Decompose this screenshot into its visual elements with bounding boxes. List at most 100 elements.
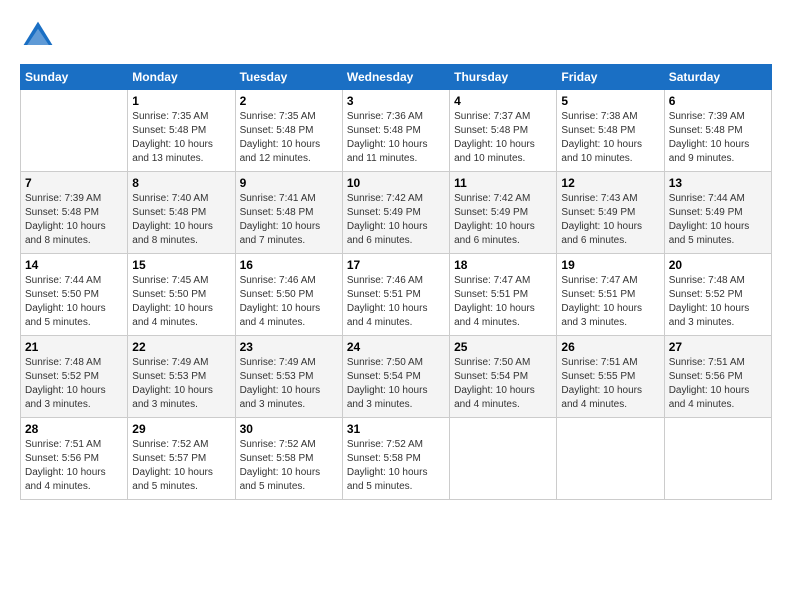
calendar-cell: 2 Sunrise: 7:35 AM Sunset: 5:48 PM Daylig… bbox=[235, 90, 342, 172]
week-row-2: 14Sunrise: 7:44 AM Sunset: 5:50 PM Dayli… bbox=[21, 254, 772, 336]
col-header-monday: Monday bbox=[128, 65, 235, 90]
day-number: 30 bbox=[240, 422, 338, 436]
day-number: 28 bbox=[25, 422, 123, 436]
calendar-cell: 20 Sunrise: 7:48 AM Sunset: 5:52 PM Dayli… bbox=[664, 254, 771, 336]
col-header-friday: Friday bbox=[557, 65, 664, 90]
calendar-cell: 14Sunrise: 7:44 AM Sunset: 5:50 PM Dayli… bbox=[21, 254, 128, 336]
day-number: 6 bbox=[669, 94, 767, 108]
day-number: 12 bbox=[561, 176, 659, 190]
cell-info: Sunrise: 7:46 AM Sunset: 5:50 PM Dayligh… bbox=[240, 274, 338, 330]
cell-info: Sunrise: 7:42 AM Sunset: 5:49 PM Dayligh… bbox=[347, 192, 445, 248]
cell-info: Sunrise: 7:50 AM Sunset: 5:54 PM Dayligh… bbox=[454, 356, 552, 412]
day-number: 3 bbox=[347, 94, 445, 108]
cell-info: Sunrise: 7:35 AM Sunset: 5:48 PM Dayligh… bbox=[240, 110, 338, 166]
week-row-1: 7 Sunrise: 7:39 AM Sunset: 5:48 PM Daylig… bbox=[21, 172, 772, 254]
day-number: 26 bbox=[561, 340, 659, 354]
cell-info: Sunrise: 7:48 AM Sunset: 5:52 PM Dayligh… bbox=[25, 356, 123, 412]
calendar-cell: 24 Sunrise: 7:50 AM Sunset: 5:54 PM Dayli… bbox=[342, 336, 449, 418]
cell-info: Sunrise: 7:37 AM Sunset: 5:48 PM Dayligh… bbox=[454, 110, 552, 166]
day-number: 11 bbox=[454, 176, 552, 190]
col-header-thursday: Thursday bbox=[450, 65, 557, 90]
cell-info: Sunrise: 7:39 AM Sunset: 5:48 PM Dayligh… bbox=[25, 192, 123, 248]
cell-info: Sunrise: 7:44 AM Sunset: 5:49 PM Dayligh… bbox=[669, 192, 767, 248]
calendar-cell: 1 Sunrise: 7:35 AM Sunset: 5:48 PM Daylig… bbox=[128, 90, 235, 172]
day-number: 29 bbox=[132, 422, 230, 436]
cell-info: Sunrise: 7:41 AM Sunset: 5:48 PM Dayligh… bbox=[240, 192, 338, 248]
week-row-3: 21 Sunrise: 7:48 AM Sunset: 5:52 PM Dayli… bbox=[21, 336, 772, 418]
day-number: 1 bbox=[132, 94, 230, 108]
calendar-cell: 9 Sunrise: 7:41 AM Sunset: 5:48 PM Daylig… bbox=[235, 172, 342, 254]
calendar-cell: 6 Sunrise: 7:39 AM Sunset: 5:48 PM Daylig… bbox=[664, 90, 771, 172]
day-number: 25 bbox=[454, 340, 552, 354]
cell-info: Sunrise: 7:51 AM Sunset: 5:56 PM Dayligh… bbox=[669, 356, 767, 412]
day-number: 2 bbox=[240, 94, 338, 108]
col-header-saturday: Saturday bbox=[664, 65, 771, 90]
cell-info: Sunrise: 7:45 AM Sunset: 5:50 PM Dayligh… bbox=[132, 274, 230, 330]
day-number: 10 bbox=[347, 176, 445, 190]
calendar-cell: 30Sunrise: 7:52 AM Sunset: 5:58 PM Dayli… bbox=[235, 418, 342, 500]
day-number: 9 bbox=[240, 176, 338, 190]
cell-info: Sunrise: 7:40 AM Sunset: 5:48 PM Dayligh… bbox=[132, 192, 230, 248]
cell-info: Sunrise: 7:35 AM Sunset: 5:48 PM Dayligh… bbox=[132, 110, 230, 166]
calendar-cell: 4 Sunrise: 7:37 AM Sunset: 5:48 PM Daylig… bbox=[450, 90, 557, 172]
day-number: 16 bbox=[240, 258, 338, 272]
calendar-cell: 16 Sunrise: 7:46 AM Sunset: 5:50 PM Dayli… bbox=[235, 254, 342, 336]
calendar-header-row: SundayMondayTuesdayWednesdayThursdayFrid… bbox=[21, 65, 772, 90]
cell-info: Sunrise: 7:47 AM Sunset: 5:51 PM Dayligh… bbox=[561, 274, 659, 330]
day-number: 13 bbox=[669, 176, 767, 190]
cell-info: Sunrise: 7:48 AM Sunset: 5:52 PM Dayligh… bbox=[669, 274, 767, 330]
calendar-cell bbox=[450, 418, 557, 500]
calendar-cell bbox=[557, 418, 664, 500]
calendar-cell bbox=[21, 90, 128, 172]
calendar-cell: 29Sunrise: 7:52 AM Sunset: 5:57 PM Dayli… bbox=[128, 418, 235, 500]
cell-info: Sunrise: 7:39 AM Sunset: 5:48 PM Dayligh… bbox=[669, 110, 767, 166]
day-number: 4 bbox=[454, 94, 552, 108]
calendar-cell: 5 Sunrise: 7:38 AM Sunset: 5:48 PM Daylig… bbox=[557, 90, 664, 172]
day-number: 18 bbox=[454, 258, 552, 272]
day-number: 20 bbox=[669, 258, 767, 272]
calendar-cell: 18 Sunrise: 7:47 AM Sunset: 5:51 PM Dayli… bbox=[450, 254, 557, 336]
calendar-cell: 3 Sunrise: 7:36 AM Sunset: 5:48 PM Daylig… bbox=[342, 90, 449, 172]
calendar-table: SundayMondayTuesdayWednesdayThursdayFrid… bbox=[20, 64, 772, 500]
cell-info: Sunrise: 7:46 AM Sunset: 5:51 PM Dayligh… bbox=[347, 274, 445, 330]
cell-info: Sunrise: 7:52 AM Sunset: 5:58 PM Dayligh… bbox=[347, 438, 445, 494]
week-row-0: 1 Sunrise: 7:35 AM Sunset: 5:48 PM Daylig… bbox=[21, 90, 772, 172]
calendar-cell: 19 Sunrise: 7:47 AM Sunset: 5:51 PM Dayli… bbox=[557, 254, 664, 336]
day-number: 19 bbox=[561, 258, 659, 272]
calendar-cell: 10 Sunrise: 7:42 AM Sunset: 5:49 PM Dayli… bbox=[342, 172, 449, 254]
calendar-cell: 31 Sunrise: 7:52 AM Sunset: 5:58 PM Dayli… bbox=[342, 418, 449, 500]
calendar-cell: 17 Sunrise: 7:46 AM Sunset: 5:51 PM Dayli… bbox=[342, 254, 449, 336]
day-number: 21 bbox=[25, 340, 123, 354]
calendar-cell: 23Sunrise: 7:49 AM Sunset: 5:53 PM Dayli… bbox=[235, 336, 342, 418]
calendar-cell: 15 Sunrise: 7:45 AM Sunset: 5:50 PM Dayli… bbox=[128, 254, 235, 336]
day-number: 31 bbox=[347, 422, 445, 436]
cell-info: Sunrise: 7:42 AM Sunset: 5:49 PM Dayligh… bbox=[454, 192, 552, 248]
week-row-4: 28Sunrise: 7:51 AM Sunset: 5:56 PM Dayli… bbox=[21, 418, 772, 500]
calendar-cell: 21 Sunrise: 7:48 AM Sunset: 5:52 PM Dayli… bbox=[21, 336, 128, 418]
cell-info: Sunrise: 7:38 AM Sunset: 5:48 PM Dayligh… bbox=[561, 110, 659, 166]
calendar-cell: 13 Sunrise: 7:44 AM Sunset: 5:49 PM Dayli… bbox=[664, 172, 771, 254]
day-number: 17 bbox=[347, 258, 445, 272]
calendar-cell: 12 Sunrise: 7:43 AM Sunset: 5:49 PM Dayli… bbox=[557, 172, 664, 254]
calendar-cell: 26 Sunrise: 7:51 AM Sunset: 5:55 PM Dayli… bbox=[557, 336, 664, 418]
logo bbox=[20, 18, 60, 54]
cell-info: Sunrise: 7:50 AM Sunset: 5:54 PM Dayligh… bbox=[347, 356, 445, 412]
cell-info: Sunrise: 7:51 AM Sunset: 5:55 PM Dayligh… bbox=[561, 356, 659, 412]
day-number: 8 bbox=[132, 176, 230, 190]
day-number: 7 bbox=[25, 176, 123, 190]
col-header-wednesday: Wednesday bbox=[342, 65, 449, 90]
cell-info: Sunrise: 7:36 AM Sunset: 5:48 PM Dayligh… bbox=[347, 110, 445, 166]
day-number: 24 bbox=[347, 340, 445, 354]
day-number: 5 bbox=[561, 94, 659, 108]
cell-info: Sunrise: 7:49 AM Sunset: 5:53 PM Dayligh… bbox=[132, 356, 230, 412]
calendar-cell bbox=[664, 418, 771, 500]
calendar-cell: 28Sunrise: 7:51 AM Sunset: 5:56 PM Dayli… bbox=[21, 418, 128, 500]
cell-info: Sunrise: 7:43 AM Sunset: 5:49 PM Dayligh… bbox=[561, 192, 659, 248]
col-header-sunday: Sunday bbox=[21, 65, 128, 90]
cell-info: Sunrise: 7:44 AM Sunset: 5:50 PM Dayligh… bbox=[25, 274, 123, 330]
day-number: 15 bbox=[132, 258, 230, 272]
logo-icon bbox=[20, 18, 56, 54]
day-number: 23 bbox=[240, 340, 338, 354]
calendar-cell: 27Sunrise: 7:51 AM Sunset: 5:56 PM Dayli… bbox=[664, 336, 771, 418]
cell-info: Sunrise: 7:47 AM Sunset: 5:51 PM Dayligh… bbox=[454, 274, 552, 330]
